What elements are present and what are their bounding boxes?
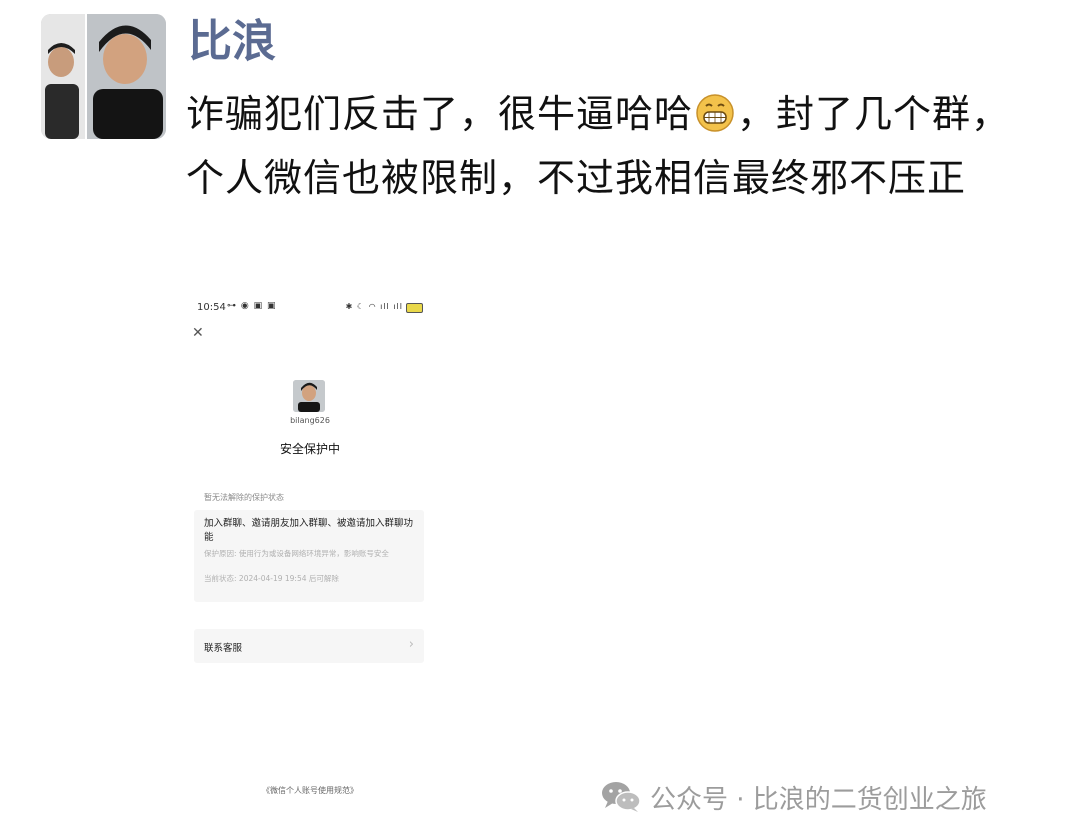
protection-status-title: 安全保护中 xyxy=(279,442,340,456)
reason-label: 保护原因: xyxy=(204,549,237,558)
avatar-photo xyxy=(41,14,166,139)
status-time: 10:54 xyxy=(197,302,226,313)
restriction-status: 当前状态: 2024-04-19 19:54 后可解除 xyxy=(204,573,418,584)
post-text: 诈骗犯们反击了，很牛逼哈哈 ，封了几个群，个人微信也被限制，不过我相信最终邪不压… xyxy=(186,85,1046,207)
grinning-face-emoji-icon xyxy=(695,91,735,149)
restriction-card: 加入群聊、邀请朋友加入群聊、被邀请加入群聊功能 保护原因: 使用行为或设备网络环… xyxy=(194,510,424,602)
account-avatar xyxy=(293,380,325,412)
attached-screenshot[interactable]: 10:54 ⊶ ◉ ▣ ▣ ✱ ☾ ◠ ıll ıll ✕ bilang626 … xyxy=(180,292,440,812)
restriction-title: 加入群聊、邀请朋友加入群聊、被邀请加入群聊功能 xyxy=(204,518,414,543)
status-bar: 10:54 ⊶ ◉ ▣ ▣ ✱ ☾ ◠ ıll ıll xyxy=(197,301,423,316)
post-text-part-1: 诈骗犯们反击了，很牛逼哈哈 xyxy=(186,92,694,136)
watermark: 公众号 · 比浪的二货创业之旅 xyxy=(600,776,1060,816)
contact-support-label: 联系客服 xyxy=(204,643,243,654)
reason-text: 使用行为或设备网络环境异常，影响账号安全 xyxy=(238,549,389,558)
policy-link[interactable]: 《微信个人账号使用规范》 xyxy=(180,785,440,796)
author-name[interactable]: 比浪 xyxy=(188,12,276,72)
avatar[interactable] xyxy=(41,14,166,139)
close-icon[interactable]: ✕ xyxy=(192,325,204,341)
status-left-icons: ⊶ ◉ ▣ ▣ xyxy=(227,301,277,311)
contact-support-button[interactable]: 联系客服 › xyxy=(194,629,424,663)
section-label: 暂无法解除的保护状态 xyxy=(204,493,284,502)
status-text: 2024-04-19 19:54 后可解除 xyxy=(238,574,339,583)
chevron-right-icon: › xyxy=(408,637,414,652)
watermark-text: 公众号 · 比浪的二货创业之旅 xyxy=(650,785,987,815)
status-label: 当前状态: xyxy=(204,574,237,583)
restriction-reason: 保护原因: 使用行为或设备网络环境异常，影响账号安全 xyxy=(204,548,418,560)
account-username: bilang626 xyxy=(290,416,330,425)
battery-icon xyxy=(406,303,423,313)
wechat-icon xyxy=(602,782,641,812)
signal-icons: ✱ ☾ ◠ ıll ıll xyxy=(345,302,403,311)
